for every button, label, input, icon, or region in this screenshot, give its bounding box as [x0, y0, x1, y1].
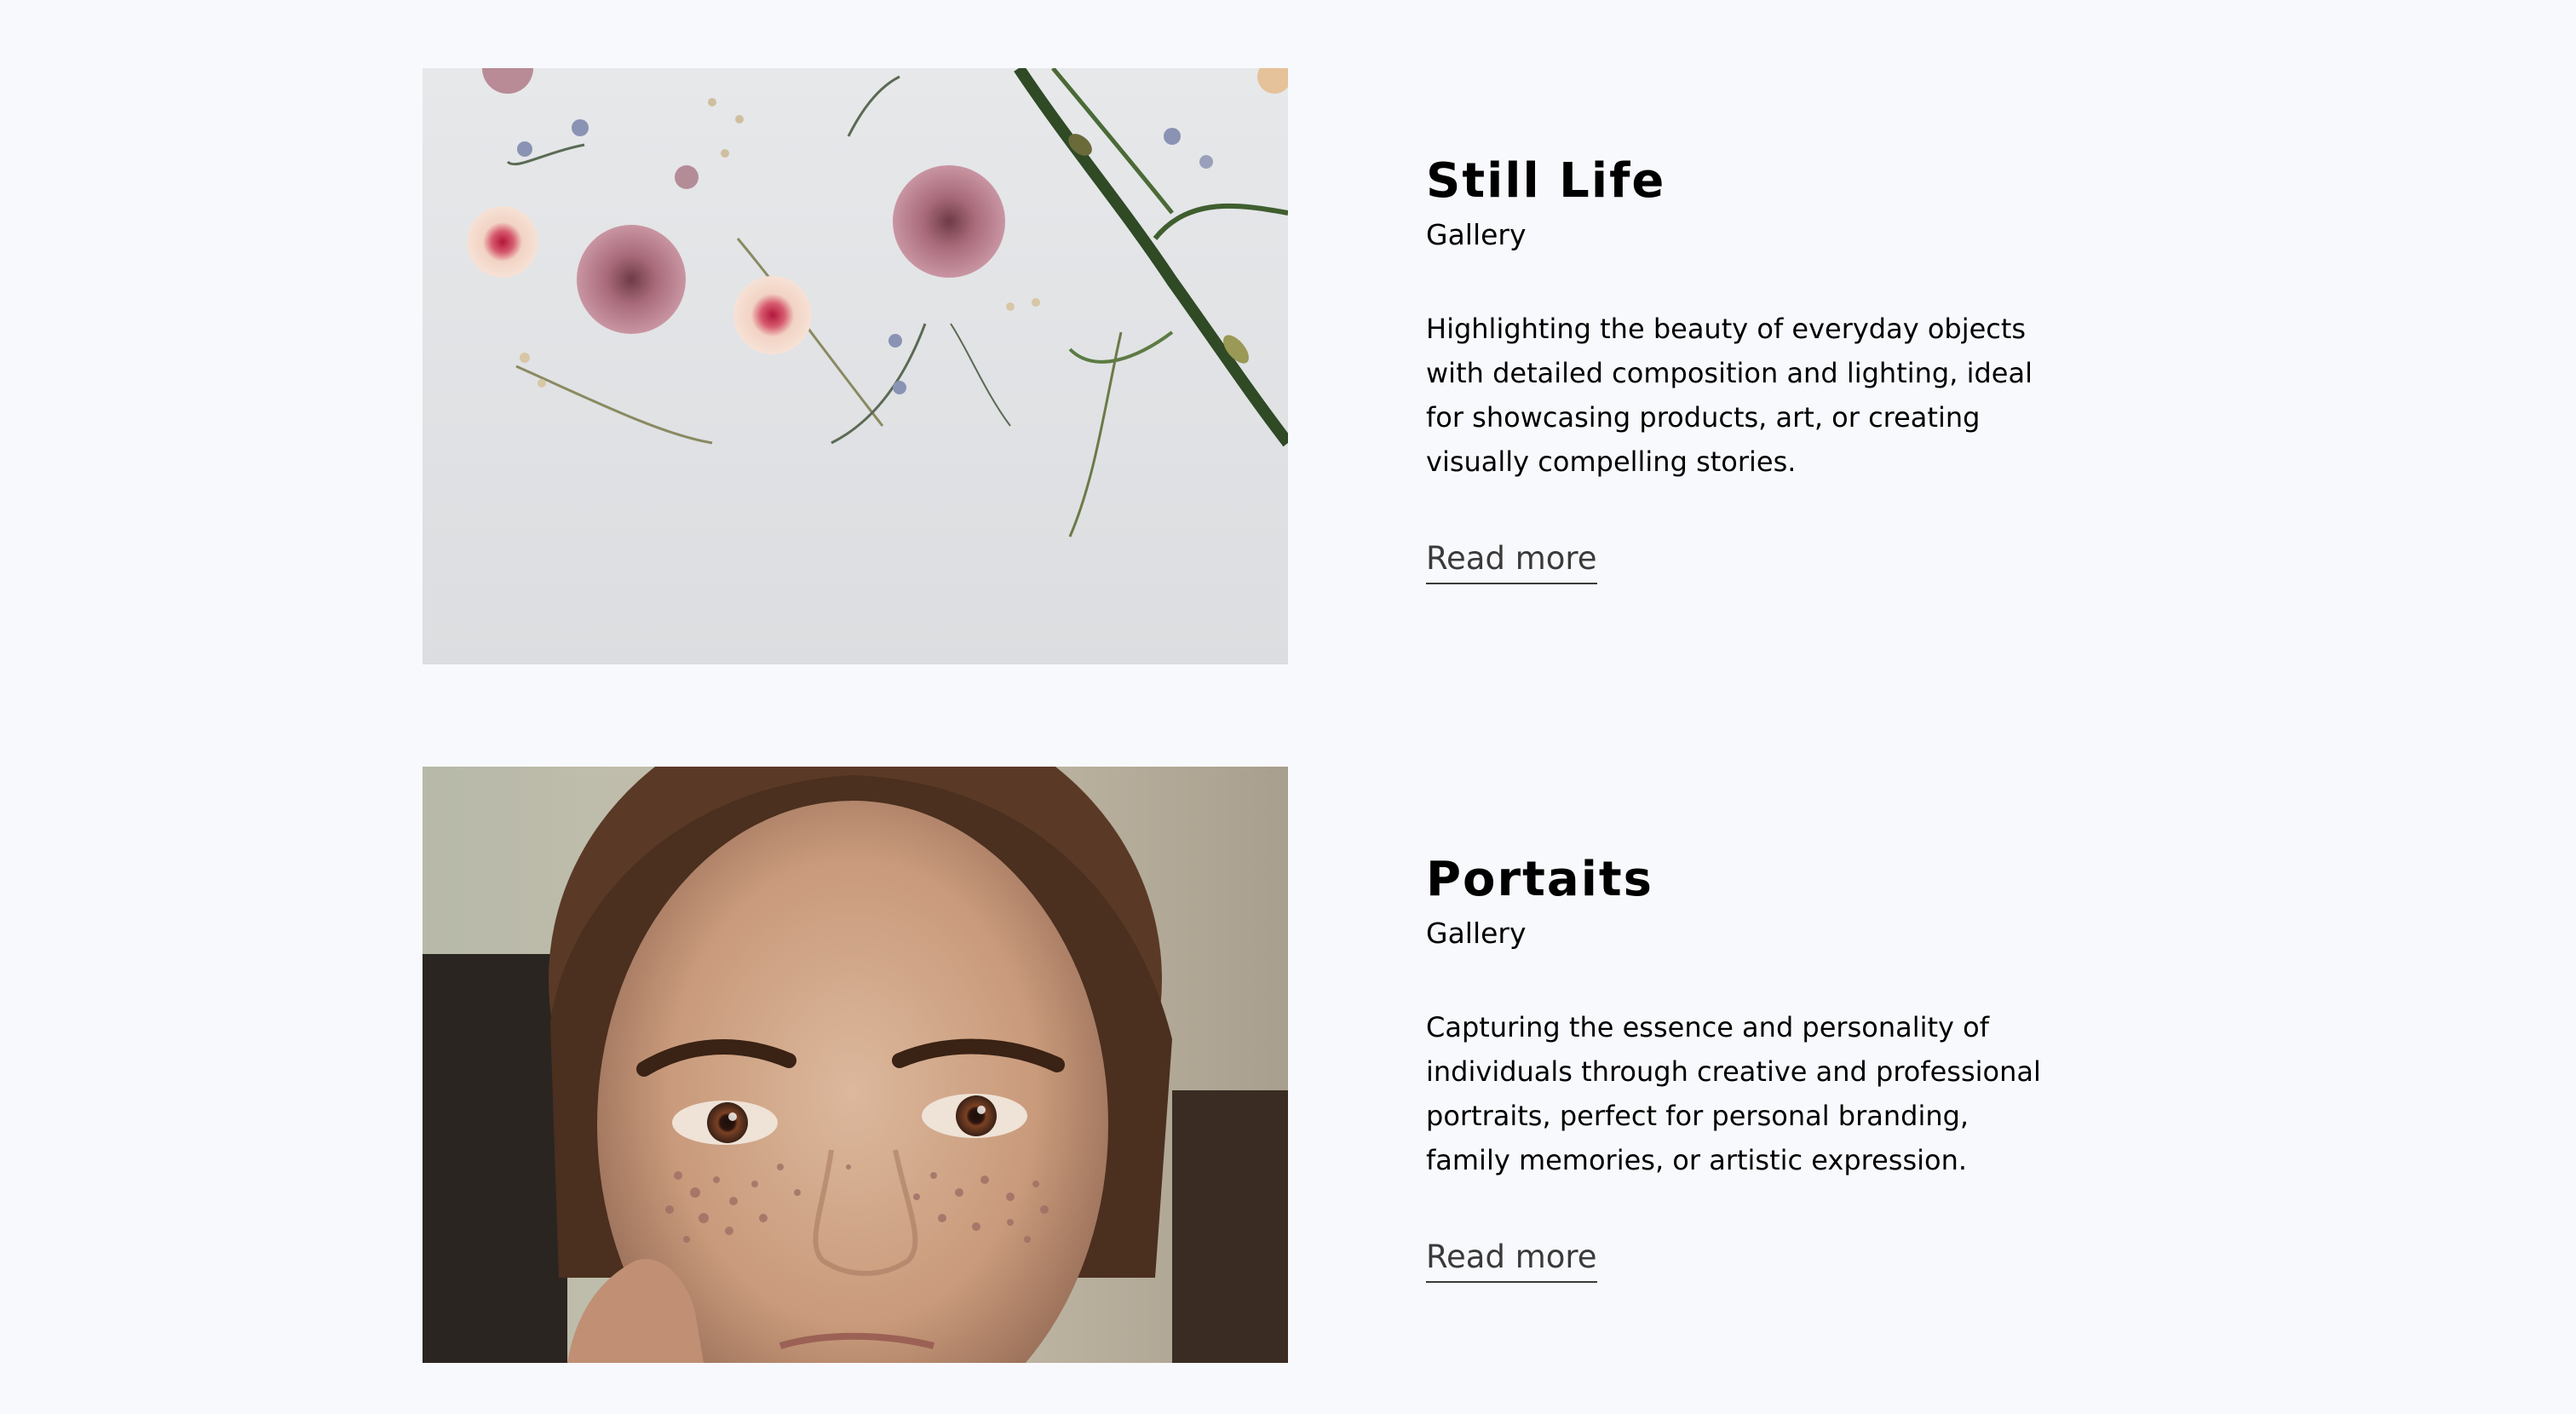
still-life-flowers-photo: [423, 68, 1288, 664]
read-more-link[interactable]: Read more: [1426, 535, 1597, 584]
card-description: Highlighting the beauty of everyday obje…: [1426, 313, 2033, 478]
card-description: Capturing the essence and personality of…: [1426, 1011, 2041, 1176]
card-category: Gallery: [1426, 917, 1527, 950]
still-life-image: [423, 68, 1288, 664]
read-more-link[interactable]: Read more: [1426, 1233, 1597, 1283]
gallery-card-portraits: Portaits Gallery Capturing the essence a…: [423, 767, 2153, 1363]
card-category: Gallery: [1426, 218, 1527, 251]
freckled-woman-portrait-photo: [423, 767, 1288, 1363]
gallery-card-still-life: Still Life Gallery Highlighting the beau…: [423, 68, 2153, 664]
card-title: Portaits: [1426, 852, 1653, 907]
card-title: Still Life: [1426, 153, 1666, 209]
portrait-image: [423, 767, 1288, 1363]
gallery-page: Still Life Gallery Highlighting the beau…: [0, 0, 2576, 1414]
